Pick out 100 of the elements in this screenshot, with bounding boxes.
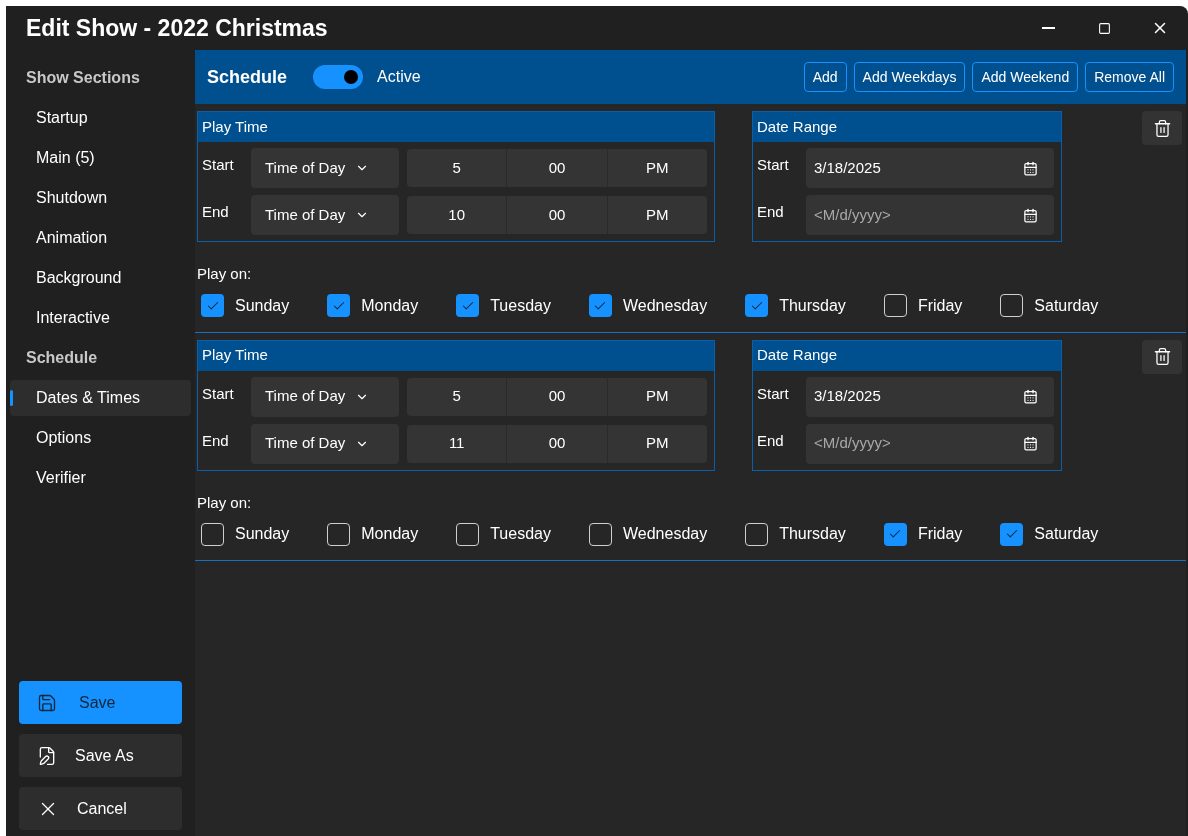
checkbox[interactable] (883, 522, 907, 546)
nav-item[interactable]: Interactive (10, 300, 191, 336)
checkbox[interactable] (1000, 294, 1024, 317)
day-checkbox[interactable]: Sunday (197, 293, 290, 318)
checkmark-icon (888, 527, 903, 541)
checkbox[interactable] (883, 294, 907, 317)
mode-dropdown[interactable]: Time of Day (251, 423, 399, 464)
minute-value[interactable]: 00 (507, 424, 608, 463)
calendar-icon[interactable] (1023, 389, 1038, 404)
play-on-label: Play on: (197, 492, 253, 513)
row-label: End (202, 430, 230, 451)
cancel-button[interactable]: Cancel (19, 787, 182, 830)
checkbox[interactable] (327, 522, 351, 546)
checkbox[interactable] (456, 522, 480, 546)
toggle-label: Active (377, 67, 421, 87)
row-label: Start (202, 383, 235, 404)
trash-icon (1152, 118, 1172, 138)
document-pen-icon (37, 745, 57, 766)
checkbox[interactable] (456, 294, 480, 317)
calendar-icon[interactable] (1023, 207, 1038, 223)
time-field[interactable]: 11 00 PM (407, 424, 707, 463)
nav-item[interactable]: Options (10, 420, 191, 456)
checkbox[interactable] (588, 522, 612, 546)
nav-item[interactable]: Main (5) (10, 140, 191, 176)
header-button[interactable]: Add Weekdays (853, 62, 966, 92)
calendar-icon[interactable] (1023, 160, 1038, 176)
time-field[interactable]: 5 00 PM (407, 377, 707, 416)
mode-dropdown[interactable]: Time of Day (251, 195, 399, 235)
day-checkbox[interactable]: Monday (323, 293, 419, 318)
minimize-icon (1041, 27, 1055, 29)
day-checkbox[interactable]: Wednesday (584, 293, 708, 318)
date-field[interactable]: 3/18/2025 (806, 148, 1054, 188)
hour-value[interactable]: 5 (407, 149, 508, 187)
delete-button[interactable] (1142, 339, 1182, 374)
checkbox[interactable] (201, 294, 224, 317)
section-heading: Show Sections (26, 68, 141, 88)
day-checkbox[interactable]: Sunday (197, 522, 290, 546)
selection-indicator (10, 390, 13, 406)
checkbox[interactable] (745, 294, 769, 317)
header-button[interactable]: Remove All (1085, 62, 1174, 92)
minute-value[interactable]: 00 (507, 377, 608, 416)
time-field[interactable]: 10 00 PM (407, 196, 707, 234)
minute-value[interactable]: 00 (507, 149, 608, 187)
panel-title: Play Time (198, 112, 714, 142)
toggle-switch[interactable] (313, 65, 364, 89)
checkbox[interactable] (588, 294, 612, 317)
header-title: Schedule (207, 65, 288, 89)
minute-value[interactable]: 00 (507, 196, 608, 234)
nav-item[interactable]: Background (10, 260, 191, 296)
hour-value[interactable]: 10 (407, 196, 508, 234)
nav-item[interactable]: Dates & Times (10, 380, 191, 416)
day-checkbox[interactable]: Monday (323, 522, 419, 546)
window-title: Edit Show - 2022 Christmas (26, 13, 328, 43)
section-heading: Schedule (26, 348, 99, 368)
day-checkbox[interactable]: Tuesday (452, 293, 551, 318)
nav-item[interactable]: Startup (10, 100, 191, 136)
day-checkbox[interactable]: Thursday (741, 522, 846, 546)
mode-dropdown[interactable]: Time of Day (251, 376, 399, 417)
panel-title: Date Range (753, 340, 1061, 371)
period-value[interactable]: PM (607, 149, 707, 187)
save-button[interactable]: Save (19, 681, 182, 724)
day-checkbox[interactable]: Saturday (996, 293, 1099, 318)
nav-item[interactable]: Animation (10, 220, 191, 256)
mode-dropdown[interactable]: Time of Day (251, 148, 399, 188)
day-checkbox[interactable]: Tuesday (452, 522, 551, 546)
date-field[interactable]: 3/18/2025 (806, 376, 1054, 417)
day-checkbox[interactable]: Thursday (741, 293, 846, 318)
nav-item[interactable]: Shutdown (10, 180, 191, 216)
panel-title: Play Time (198, 340, 714, 371)
header-button[interactable]: Add Weekend (972, 62, 1079, 92)
checkmark-icon (1004, 527, 1019, 541)
calendar-icon[interactable] (1023, 436, 1038, 451)
nav-item[interactable]: Verifier (10, 460, 191, 496)
day-checkbox[interactable]: Saturday (996, 522, 1099, 546)
period-value[interactable]: PM (607, 424, 707, 463)
row-label: Start (757, 155, 790, 175)
day-checkbox[interactable]: Friday (879, 522, 963, 546)
delete-button[interactable] (1142, 111, 1182, 145)
maximize-icon (1097, 21, 1111, 35)
checkbox[interactable] (327, 294, 351, 317)
checkbox[interactable] (745, 522, 769, 546)
day-checkbox[interactable]: Friday (879, 293, 963, 318)
header-button[interactable]: Add (803, 62, 847, 92)
hour-value[interactable]: 11 (407, 424, 508, 463)
row-label: End (757, 202, 785, 222)
period-value[interactable]: PM (607, 196, 707, 234)
period-value[interactable]: PM (607, 377, 707, 416)
day-checkbox[interactable]: Wednesday (584, 522, 708, 546)
date-field[interactable]: <M/d/yyyy> (806, 423, 1054, 464)
row-label: End (202, 202, 230, 222)
panel-title: Date Range (753, 112, 1061, 142)
hour-value[interactable]: 5 (407, 377, 508, 416)
checkbox[interactable] (1000, 522, 1024, 546)
time-field[interactable]: 5 00 PM (407, 149, 707, 187)
checkbox[interactable] (201, 522, 224, 546)
row-label: Start (202, 155, 235, 175)
trash-icon (1152, 347, 1172, 366)
date-field[interactable]: <M/d/yyyy> (806, 195, 1054, 235)
save-as-button[interactable]: Save As (19, 734, 182, 777)
row-label: End (757, 430, 785, 451)
